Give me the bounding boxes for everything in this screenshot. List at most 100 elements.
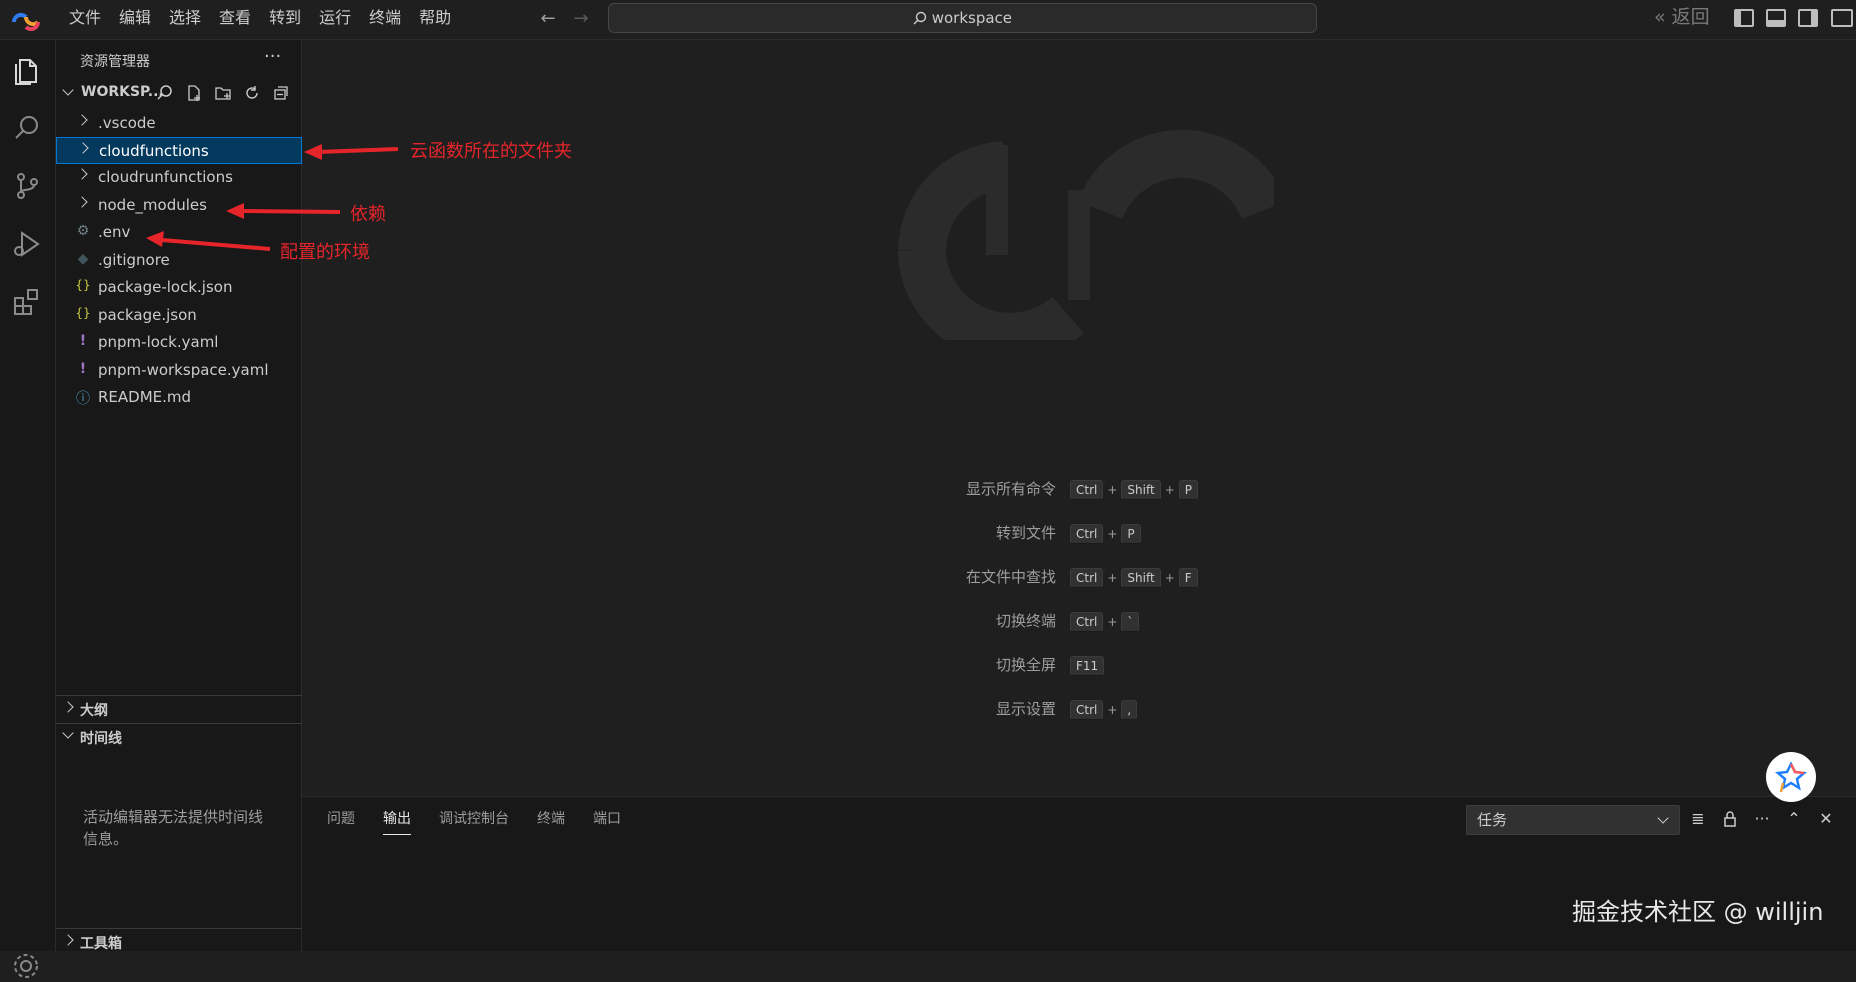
menu-selection[interactable]: 选择 <box>160 0 210 40</box>
shortcut-keys: Ctrl + ` <box>1070 610 1140 633</box>
output-channel-select[interactable]: 任务 <box>1466 805 1680 835</box>
forward-arrow-icon[interactable]: → <box>570 8 592 30</box>
back-button[interactable]: « 返回 <box>1654 4 1710 30</box>
annotation-node-modules: 依赖 <box>350 204 386 225</box>
workspace-name: WORKSP... <box>81 84 164 100</box>
source-control-icon[interactable] <box>9 168 45 204</box>
settings-gear-icon[interactable] <box>10 950 42 982</box>
new-file-icon[interactable] <box>185 84 203 102</box>
tree-item-label: .env <box>98 223 131 241</box>
tree-folder-node-modules[interactable]: node_modules <box>56 192 302 219</box>
menu-run[interactable]: 运行 <box>310 0 360 40</box>
menu-view[interactable]: 查看 <box>210 0 260 40</box>
tree-file-package-lock[interactable]: {} package-lock.json <box>56 274 302 301</box>
panel-tabs: 问题 输出 调试控制台 终端 端口 <box>327 809 649 835</box>
json-file-icon: {} <box>75 278 91 292</box>
timeline-label: 时间线 <box>80 731 122 747</box>
tree-item-label: node_modules <box>98 196 207 214</box>
tree-file-pnpm-lock[interactable]: ! pnpm-lock.yaml <box>56 329 302 356</box>
menu-help[interactable]: 帮助 <box>410 0 460 40</box>
tab-debug-console[interactable]: 调试控制台 <box>439 809 509 835</box>
chevron-right-icon <box>77 142 89 154</box>
shortcut-keys: F11 <box>1070 654 1105 676</box>
keycap: Ctrl <box>1070 479 1104 500</box>
app-watermark-logo-icon <box>898 129 1274 340</box>
shortcut-label: 切换全屏 <box>995 656 1056 674</box>
tree-file-package[interactable]: {} package.json <box>56 302 302 329</box>
menu-terminal[interactable]: 终端 <box>360 0 410 40</box>
explorer-icon[interactable] <box>9 52 45 88</box>
keycap: Ctrl <box>1070 611 1104 632</box>
activity-bar <box>0 40 56 978</box>
yaml-file-icon: ! <box>79 361 87 377</box>
chevron-right-icon <box>76 168 88 180</box>
close-panel-icon[interactable]: ✕ <box>1816 809 1836 829</box>
sidebar-title: 资源管理器 <box>80 54 150 70</box>
keycap: P <box>1178 479 1199 500</box>
toggle-primary-sidebar-icon[interactable] <box>1734 9 1754 27</box>
tree-file-gitignore[interactable]: ◆ .gitignore <box>56 247 302 274</box>
run-debug-icon[interactable] <box>9 226 45 262</box>
clear-output-icon[interactable]: ≣ <box>1688 809 1708 829</box>
tab-output[interactable]: 输出 <box>383 809 411 835</box>
explorer-sidebar: 资源管理器 ··· WORKSP... .vscode cloudfunctio… <box>56 40 302 952</box>
tab-problems[interactable]: 问题 <box>327 809 355 835</box>
more-actions-icon[interactable]: ··· <box>1752 809 1772 829</box>
toggle-panel-icon[interactable] <box>1766 9 1786 27</box>
chevron-right-icon <box>62 934 74 946</box>
tree-file-readme[interactable]: ⓘ README.md <box>56 384 302 411</box>
search-icon[interactable] <box>156 84 174 102</box>
tree-file-env[interactable]: ⚙ .env <box>56 219 302 246</box>
menu-edit[interactable]: 编辑 <box>110 0 160 40</box>
keycap: ` <box>1121 611 1140 632</box>
credit-watermark: 掘金技术社区 @ willjin <box>1572 898 1824 926</box>
tree-item-label: pnpm-workspace.yaml <box>98 361 269 379</box>
info-file-icon: ⓘ <box>76 391 90 407</box>
maximize-panel-icon[interactable]: ⌃ <box>1784 809 1804 829</box>
back-arrow-icon[interactable]: ← <box>537 8 559 30</box>
key-plus: + <box>1107 702 1118 717</box>
command-center-search[interactable]: workspace <box>608 3 1317 33</box>
chevron-down-icon <box>62 727 74 739</box>
keycap: P <box>1121 523 1141 544</box>
floating-assistant-button[interactable] <box>1766 752 1816 802</box>
toggle-secondary-sidebar-icon[interactable] <box>1798 9 1818 27</box>
search-icon[interactable] <box>9 110 45 146</box>
chevron-right-icon <box>76 114 88 126</box>
extensions-icon[interactable] <box>9 284 45 320</box>
keycap: F <box>1178 567 1198 588</box>
tab-ports[interactable]: 端口 <box>593 809 621 835</box>
tree-item-label: .gitignore <box>98 251 170 269</box>
tree-item-label: package.json <box>98 306 197 324</box>
tree-folder-cloudrunfunctions[interactable]: cloudrunfunctions <box>56 164 302 191</box>
more-actions-button[interactable]: ··· <box>264 46 281 67</box>
tab-terminal[interactable]: 终端 <box>537 809 565 835</box>
tree-folder-vscode[interactable]: .vscode <box>56 110 302 137</box>
shortcut-keys: Ctrl +, <box>1070 698 1138 721</box>
bottom-panel: 问题 输出 调试控制台 终端 端口 任务 ≣ ··· ⌃ ✕ <box>302 796 1856 951</box>
tree-item-label: README.md <box>98 388 192 406</box>
key-plus: + <box>1107 482 1118 497</box>
keycap: Shift <box>1121 567 1161 588</box>
lock-icon[interactable] <box>1720 809 1740 829</box>
shortcut-keys: Ctrl + Shift + F <box>1070 566 1198 589</box>
tree-item-label: .vscode <box>98 114 156 132</box>
timeline-section-header[interactable]: 时间线 <box>56 723 302 747</box>
menu-go[interactable]: 转到 <box>260 0 310 40</box>
workspace-header[interactable]: WORKSP... <box>56 82 302 104</box>
key-plus: + <box>1164 482 1175 497</box>
tree-file-pnpm-workspace[interactable]: ! pnpm-workspace.yaml <box>56 357 302 384</box>
command-center-text: workspace <box>931 9 1013 27</box>
customize-layout-icon[interactable] <box>1831 9 1853 27</box>
refresh-icon[interactable] <box>243 84 261 102</box>
collapse-all-icon[interactable] <box>272 84 290 102</box>
tree-item-label: cloudrunfunctions <box>98 168 233 186</box>
menu-file[interactable]: 文件 <box>60 0 110 40</box>
gear-file-icon: ⚙ <box>76 223 90 239</box>
menu-bar: 文件 编辑 选择 查看 转到 运行 终端 帮助 <box>60 0 460 40</box>
new-folder-icon[interactable] <box>214 84 232 102</box>
toolbox-section-header[interactable]: 工具箱 <box>56 928 302 952</box>
tree-folder-cloudfunctions[interactable]: cloudfunctions <box>56 137 302 164</box>
toolbox-label: 工具箱 <box>80 936 122 952</box>
outline-section-header[interactable]: 大纲 <box>56 695 302 719</box>
